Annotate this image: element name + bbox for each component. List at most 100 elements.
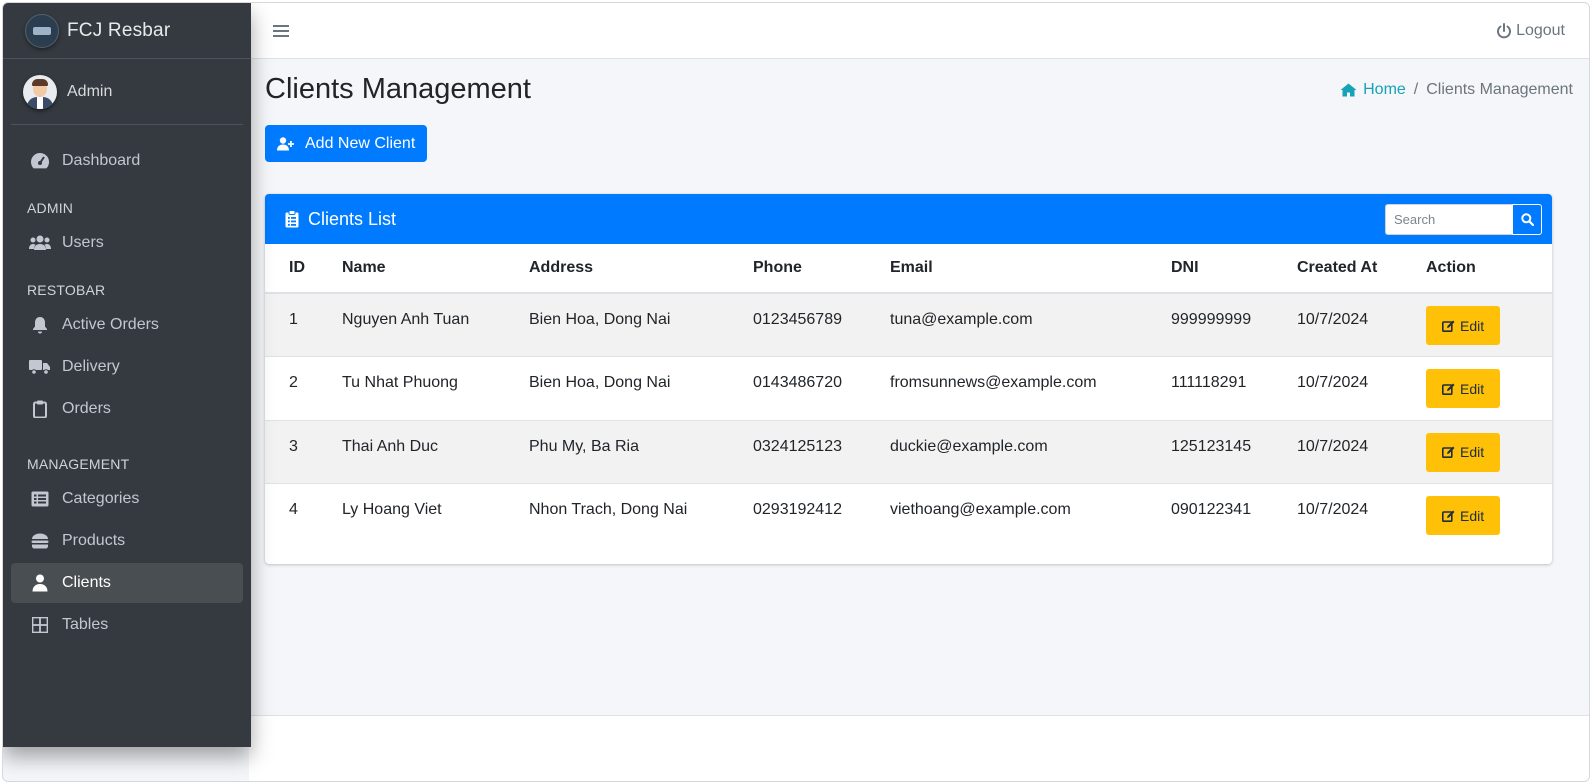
menu-toggle-icon[interactable] bbox=[273, 24, 289, 38]
table-header-row: ID Name Address Phone Email DNI Created … bbox=[265, 244, 1552, 294]
page-title: Clients Management bbox=[265, 73, 531, 105]
cell-dni: 111118291 bbox=[1171, 356, 1297, 420]
user-icon bbox=[29, 574, 51, 592]
cell-name: Ly Hoang Viet bbox=[342, 483, 529, 547]
cell-dni: 125123145 bbox=[1171, 419, 1297, 484]
content-header: Clients Management Home / Clients Manage… bbox=[265, 73, 1573, 106]
bell-icon bbox=[29, 316, 51, 334]
th-large-icon bbox=[29, 616, 51, 634]
breadcrumb-separator: / bbox=[1413, 80, 1419, 98]
sidebar-item-dashboard[interactable]: Dashboard bbox=[11, 141, 243, 181]
breadcrumb: Home / Clients Management bbox=[1340, 81, 1573, 99]
user-name: Admin bbox=[67, 82, 113, 100]
column-header-id: ID bbox=[265, 244, 342, 294]
breadcrumb-home-link[interactable]: Home bbox=[1340, 81, 1406, 99]
sidebar-item-users[interactable]: Users bbox=[11, 223, 243, 263]
cell-action: Edit bbox=[1426, 356, 1552, 420]
cell-id: 2 bbox=[265, 356, 342, 420]
brand-name: FCJ Resbar bbox=[67, 19, 171, 41]
cell-address: Bien Hoa, Dong Nai bbox=[529, 356, 753, 420]
sidebar-item-clients[interactable]: Clients bbox=[11, 563, 243, 603]
sidebar-item-label: Delivery bbox=[62, 358, 120, 375]
list-alt-icon bbox=[29, 490, 51, 508]
edit-button[interactable]: Edit bbox=[1426, 432, 1501, 472]
sidebar-item-label: Dashboard bbox=[62, 152, 141, 169]
cell-email: tuna@example.com bbox=[890, 311, 1033, 328]
brand-link[interactable]: FCJ Resbar bbox=[3, 3, 251, 59]
user-panel[interactable]: Admin bbox=[11, 59, 243, 125]
cell-address: Nhon Trach, Dong Nai bbox=[529, 483, 753, 547]
power-icon bbox=[1497, 22, 1512, 38]
hamburger-food-icon bbox=[29, 532, 51, 550]
cell-dni: 090122341 bbox=[1171, 483, 1297, 547]
search-group bbox=[1385, 203, 1542, 235]
card-header: Clients List bbox=[265, 194, 1552, 244]
column-header-email: Email bbox=[890, 244, 1171, 294]
cell-name: Thai Anh Duc bbox=[342, 419, 529, 484]
cell-created-at: 10/7/2024 bbox=[1297, 419, 1426, 484]
cell-address: Bien Hoa, Dong Nai bbox=[529, 311, 671, 328]
cell-created-at: 10/7/2024 bbox=[1297, 483, 1426, 547]
search-input[interactable] bbox=[1385, 203, 1512, 235]
sidebar-item-label: Active Orders bbox=[62, 316, 159, 333]
edit-icon bbox=[1442, 510, 1455, 522]
edit-icon bbox=[1442, 320, 1455, 332]
cell-address: Phu My, Ba Ria bbox=[529, 419, 753, 484]
breadcrumb-current: Clients Management bbox=[1426, 80, 1573, 98]
nav-header-admin: ADMIN bbox=[27, 200, 74, 216]
sidebar-item-label: Products bbox=[62, 532, 126, 549]
clients-card: Clients List ID Name Address Phone Email… bbox=[265, 194, 1552, 564]
cell-id: 4 bbox=[265, 483, 342, 547]
cell-email: viethoang@example.com bbox=[890, 483, 1171, 547]
app-window: FCJ Resbar Admin Dashboard ADMIN Users R… bbox=[2, 2, 1590, 782]
sidebar-item-tables[interactable]: Tables bbox=[11, 605, 243, 645]
table-row: 1 Nguyen Anh Tuan Bien Hoa, Dong Nai 012… bbox=[265, 293, 1552, 357]
sidebar-item-categories[interactable]: Categories bbox=[11, 479, 243, 519]
card-title: Clients List bbox=[285, 209, 396, 230]
cell-id: 1 bbox=[289, 311, 298, 328]
nav-header-management: MANAGEMENT bbox=[27, 456, 130, 472]
page-footer bbox=[249, 715, 1589, 781]
edit-icon bbox=[1442, 446, 1455, 458]
edit-button[interactable]: Edit bbox=[1426, 496, 1501, 535]
add-new-client-button[interactable]: Add New Client bbox=[265, 125, 428, 162]
sidebar-item-label: Orders bbox=[62, 400, 111, 417]
cell-phone: 0324125123 bbox=[753, 419, 890, 484]
users-icon bbox=[29, 234, 51, 252]
search-button[interactable] bbox=[1512, 203, 1542, 235]
edit-label: Edit bbox=[1460, 507, 1485, 524]
logout-button[interactable]: Logout bbox=[1496, 22, 1565, 40]
sidebar-item-label: Users bbox=[62, 234, 104, 251]
cell-phone: 0293192412 bbox=[753, 483, 890, 547]
cell-action: Edit bbox=[1426, 483, 1552, 547]
column-header-phone: Phone bbox=[753, 244, 890, 294]
sidebar-item-products[interactable]: Products bbox=[11, 521, 243, 561]
cell-phone: 0123456789 bbox=[753, 311, 842, 328]
sidebar-item-active-orders[interactable]: Active Orders bbox=[11, 305, 243, 345]
cell-action: Edit bbox=[1426, 293, 1552, 357]
table-row: 2 Tu Nhat Phuong Bien Hoa, Dong Nai 0143… bbox=[265, 356, 1552, 420]
avatar bbox=[23, 74, 57, 109]
cell-created-at: 10/7/2024 bbox=[1297, 356, 1426, 420]
column-header-action: Action bbox=[1426, 244, 1552, 294]
sidebar-item-delivery[interactable]: Delivery bbox=[11, 347, 243, 387]
sidebar-item-orders[interactable]: Orders bbox=[11, 389, 243, 429]
clipboard-list-icon bbox=[285, 210, 299, 228]
sidebar: FCJ Resbar Admin Dashboard ADMIN Users R… bbox=[3, 3, 251, 747]
edit-button[interactable]: Edit bbox=[1426, 369, 1501, 408]
cell-email: fromsunnews@example.com bbox=[890, 356, 1171, 420]
brand-logo-icon bbox=[25, 13, 59, 48]
table-row: 4 Ly Hoang Viet Nhon Trach, Dong Nai 029… bbox=[265, 483, 1552, 547]
cell-dni: 999999999 bbox=[1171, 311, 1252, 328]
cell-email: duckie@example.com bbox=[890, 419, 1171, 484]
edit-button[interactable]: Edit bbox=[1426, 306, 1501, 345]
tachometer-icon bbox=[29, 152, 51, 170]
edit-label: Edit bbox=[1460, 380, 1485, 397]
cell-name: Nguyen Anh Tuan bbox=[342, 311, 470, 328]
sidebar-nav: Dashboard ADMIN Users RESTOBAR Active Or… bbox=[3, 125, 251, 645]
cell-action: Edit bbox=[1426, 419, 1552, 484]
breadcrumb-home-label: Home bbox=[1363, 80, 1406, 98]
sidebar-item-label: Categories bbox=[62, 490, 140, 507]
logout-label: Logout bbox=[1516, 21, 1565, 39]
column-header-created-at: Created At bbox=[1297, 244, 1426, 294]
